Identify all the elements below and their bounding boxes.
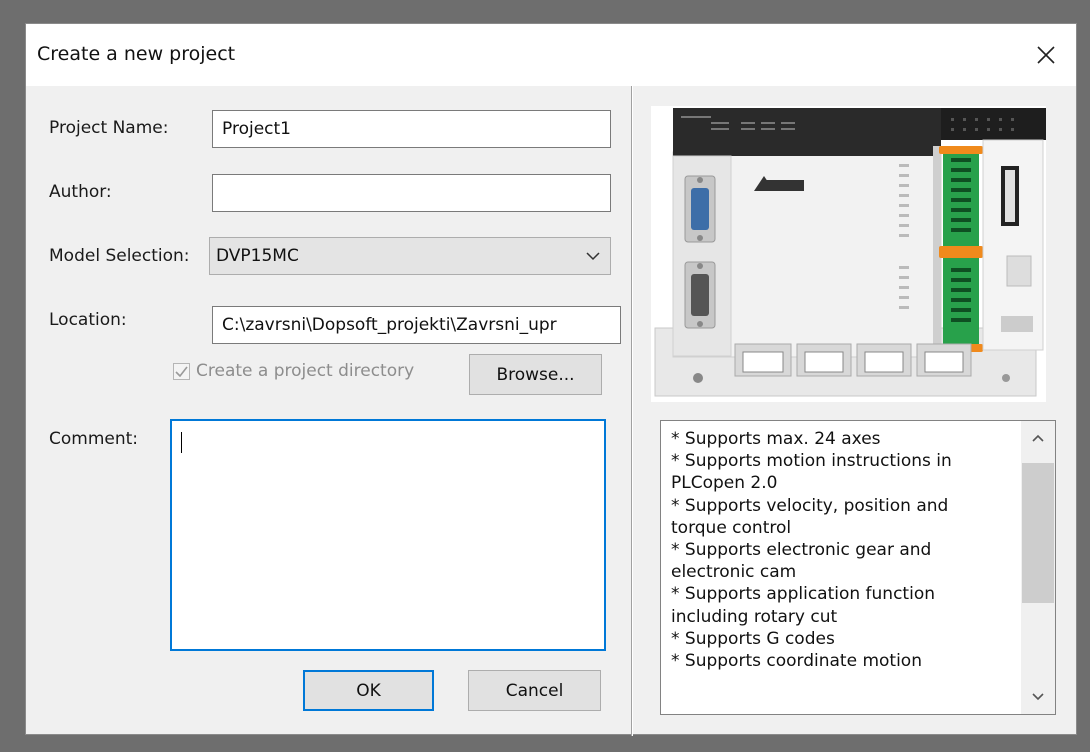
scroll-up-button[interactable] [1021,421,1055,455]
panel-divider-highlight [632,86,633,736]
browse-button[interactable]: Browse... [469,354,602,395]
model-selection-value: DVP15MC [216,246,299,266]
chevron-down-icon [586,252,600,261]
comment-label: Comment: [49,429,139,449]
description-line: electronic cam [671,562,797,583]
create-directory-checkbox[interactable]: Create a project directory [173,361,414,381]
product-image [651,106,1046,402]
checkmark-icon [175,366,188,377]
description-line: * Supports application function [671,584,935,605]
description-line: * Supports motion instructions in [671,451,952,472]
scroll-up-arrow-icon [1032,434,1044,442]
location-input[interactable]: C:\zavrsni\Dopsoft_projekti\Zavrsni_upr [212,306,621,344]
scroll-down-arrow-icon [1032,693,1044,701]
description-line: including rotary cut [671,606,838,627]
model-selection-dropdown[interactable]: DVP15MC [209,237,611,275]
project-name-label: Project Name: [49,118,169,138]
model-selection-label: Model Selection: [49,246,190,266]
vertical-scrollbar[interactable] [1021,421,1055,714]
product-description-text: * Supports max. 24 axes * Supports motio… [671,428,1021,672]
product-description-box[interactable]: * Supports max. 24 axes * Supports motio… [660,420,1056,715]
project-name-input[interactable]: Project1 [212,110,611,148]
description-line: * Supports electronic gear and [671,540,932,561]
create-project-dialog: Create a new project Project Name: Proje… [25,23,1077,736]
comment-textarea[interactable] [170,419,606,651]
ok-button[interactable]: OK [303,670,434,711]
description-line: torque control [671,517,792,538]
close-icon [1037,46,1055,64]
author-input[interactable] [212,174,611,212]
create-directory-label: Create a project directory [196,361,415,381]
cancel-button[interactable]: Cancel [468,670,601,711]
dialog-title: Create a new project [37,43,236,65]
description-line: * Supports coordinate motion [671,651,922,672]
scroll-down-button[interactable] [1021,680,1055,714]
text-caret [181,432,182,453]
title-bar: Create a new project [26,24,1076,86]
close-button[interactable] [1016,24,1076,86]
description-line: * Supports G codes [671,628,835,649]
description-line: * Supports velocity, position and [671,495,949,516]
author-label: Author: [49,182,112,202]
plc-controller-illustration [654,108,1046,397]
description-line: PLCopen 2.0 [671,473,778,494]
checkbox-box [173,362,190,380]
scrollbar-thumb[interactable] [1022,463,1054,603]
description-line: * Supports max. 24 axes [671,429,881,449]
location-label: Location: [49,310,127,330]
